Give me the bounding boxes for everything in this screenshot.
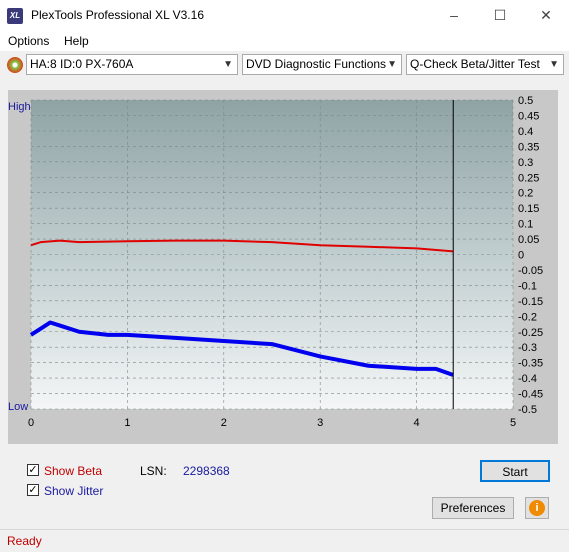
x-tick-label: 1 <box>124 417 130 429</box>
function-select[interactable]: DVD Diagnostic Functions ▼ <box>242 54 402 75</box>
close-button[interactable]: ✕ <box>523 0 569 31</box>
drive-select-value: HA:8 ID:0 PX-760A <box>30 57 134 71</box>
start-button[interactable]: Start <box>480 460 550 482</box>
chevron-down-icon: ▼ <box>223 59 233 70</box>
x-tick-label: 2 <box>221 417 227 429</box>
app-logo-icon: XL <box>7 8 23 24</box>
info-icon: i <box>529 500 545 516</box>
y-tick-label: 0.2 <box>518 188 533 200</box>
menu-options[interactable]: Options <box>8 34 49 48</box>
y-tick-label: 0.45 <box>518 110 539 122</box>
chevron-down-icon: ▼ <box>387 59 397 70</box>
window-title: PlexTools Professional XL V3.16 <box>31 8 204 22</box>
x-tick-label: 0 <box>28 417 34 429</box>
title-bar: XL PlexTools Professional XL V3.16 – ☐ ✕ <box>0 0 569 31</box>
status-bar: Ready <box>0 529 569 552</box>
y-tick-label: -0.45 <box>518 389 543 401</box>
y-tick-label: 0.4 <box>518 126 533 138</box>
show-jitter-checkbox[interactable]: ✓ <box>27 484 39 496</box>
y-tick-label: 0.35 <box>518 141 539 153</box>
x-tick-label: 4 <box>414 417 420 429</box>
y-tick-label: 0.5 <box>518 95 533 107</box>
y-tick-label: 0.3 <box>518 157 533 169</box>
drive-select[interactable]: HA:8 ID:0 PX-760A ▼ <box>26 54 238 75</box>
y-tick-label: -0.25 <box>518 327 543 339</box>
lsn-label: LSN: <box>140 464 167 478</box>
maximize-button[interactable]: ☐ <box>477 0 523 31</box>
y-tick-label: 0.05 <box>518 234 539 246</box>
menu-help[interactable]: Help <box>64 34 89 48</box>
show-beta-label[interactable]: Show Beta <box>44 464 102 478</box>
status-text: Ready <box>7 534 42 548</box>
y-tick-label: -0.15 <box>518 296 543 308</box>
y-tick-label: 0.15 <box>518 203 539 215</box>
y-tick-label: -0.05 <box>518 265 543 277</box>
x-tick-label: 5 <box>510 417 516 429</box>
x-tick-label: 3 <box>317 417 323 429</box>
y-tick-label: -0.35 <box>518 358 543 370</box>
y-label-high: High <box>8 101 31 113</box>
function-select-value: DVD Diagnostic Functions <box>246 57 387 71</box>
show-beta-checkbox[interactable]: ✓ <box>27 464 39 476</box>
chart-panel: 0.5 0.45 0.4 0.35 0.3 0.25 0.2 0.15 0.1 0.05 0 -0.0… <box>8 90 558 444</box>
info-button[interactable]: i <box>525 497 549 519</box>
y-tick-label: -0.4 <box>518 373 537 385</box>
y-tick-label: 0 <box>518 250 524 262</box>
lsn-value: 2298368 <box>183 464 230 478</box>
chevron-down-icon: ▼ <box>549 59 559 70</box>
y-tick-label: -0.1 <box>518 280 537 292</box>
test-select[interactable]: Q-Check Beta/Jitter Test ▼ <box>406 54 564 75</box>
y-tick-label: -0.2 <box>518 311 537 323</box>
minimize-button[interactable]: – <box>431 0 477 31</box>
show-jitter-label[interactable]: Show Jitter <box>44 484 103 498</box>
preferences-button[interactable]: Preferences <box>432 497 514 519</box>
y-label-low: Low <box>8 401 28 413</box>
y-tick-label: 0.25 <box>518 172 539 184</box>
disc-icon <box>7 57 23 73</box>
y-tick-label: -0.3 <box>518 342 537 354</box>
y-tick-label: 0.1 <box>518 219 533 231</box>
beta-jitter-chart: 0.5 0.45 0.4 0.35 0.3 0.25 0.2 0.15 0.1 0.05 0 -0.0… <box>8 95 543 429</box>
y-tick-label: -0.5 <box>518 404 537 416</box>
test-select-value: Q-Check Beta/Jitter Test <box>410 57 540 71</box>
menu-bar: Options Help <box>0 31 569 51</box>
